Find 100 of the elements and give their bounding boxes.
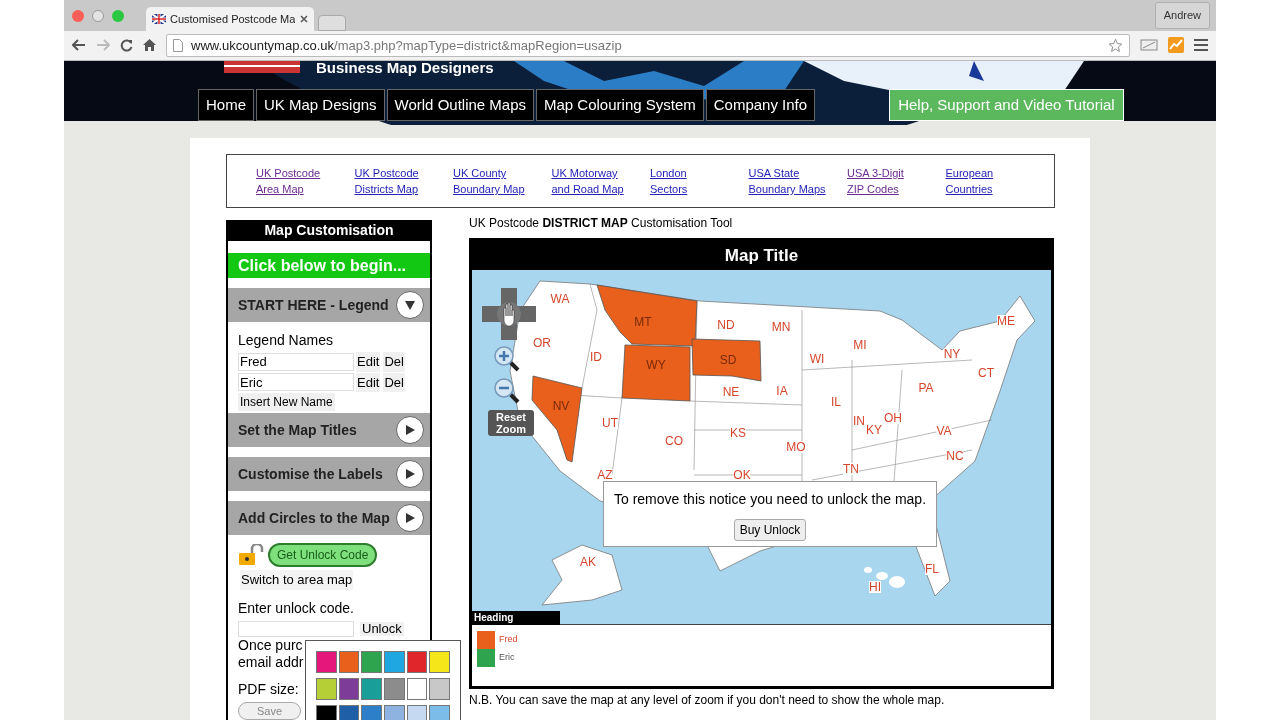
- back-icon[interactable]: [72, 39, 86, 52]
- menu-icon[interactable]: [1194, 39, 1208, 52]
- state-label: PA: [918, 382, 934, 394]
- state-label: HI: [869, 581, 881, 593]
- buy-unlock-button[interactable]: Buy Unlock: [733, 519, 807, 541]
- color-swatch[interactable]: [338, 678, 360, 700]
- state-label: MN: [771, 321, 791, 333]
- star-icon[interactable]: [1108, 37, 1123, 53]
- profile-button[interactable]: Andrew: [1154, 2, 1210, 29]
- pan-control-icon[interactable]: [482, 288, 536, 340]
- state-label: IL: [831, 396, 841, 408]
- color-swatch[interactable]: [406, 678, 428, 700]
- state-label: NC: [946, 450, 964, 462]
- toggle-button[interactable]: [396, 504, 424, 532]
- color-swatch[interactable]: [361, 678, 382, 700]
- map-link[interactable]: European Countries: [945, 165, 1044, 197]
- map-link[interactable]: USA 3-Digit ZIP Codes: [847, 165, 946, 197]
- section-header[interactable]: Set the Map Titles: [228, 413, 430, 447]
- state-label: NV: [552, 400, 570, 412]
- play-icon: [404, 468, 416, 480]
- section-header[interactable]: Add Circles to the Map: [228, 501, 430, 535]
- toggle-button[interactable]: [396, 460, 424, 488]
- state-label: TN: [843, 463, 859, 475]
- browser-tab[interactable]: Customised Postcode Ma: [146, 7, 314, 32]
- section-title: Customise the Labels: [238, 464, 383, 484]
- color-swatch[interactable]: [406, 705, 428, 720]
- state-label: IA: [776, 385, 788, 397]
- extension-icon[interactable]: [1140, 38, 1158, 53]
- state-label: OH: [884, 412, 902, 424]
- legend-names-label: Legend Names: [238, 331, 334, 350]
- map-link[interactable]: UK Postcode Districts Map: [354, 165, 453, 197]
- footnote: N.B. You can save the map at any level of zoom if you don't need to show the whole map.: [469, 692, 946, 709]
- begin-banner: Click below to begin...: [228, 253, 430, 278]
- state-label: ME: [997, 315, 1015, 327]
- nav-link[interactable]: Map Colouring System: [536, 89, 704, 121]
- legend-name-field[interactable]: Fred: [238, 352, 354, 371]
- toggle-button[interactable]: [396, 291, 424, 319]
- color-swatch[interactable]: [429, 651, 450, 673]
- enter-code-label: Enter unlock code.: [238, 598, 355, 618]
- close-tab-icon[interactable]: [300, 15, 308, 24]
- delete-button[interactable]: Del: [383, 372, 405, 392]
- home-icon[interactable]: [143, 39, 156, 52]
- get-unlock-code-button[interactable]: Get Unlock Code: [268, 543, 378, 567]
- state-label: ID: [590, 351, 602, 363]
- toggle-button[interactable]: [396, 416, 424, 444]
- edit-button[interactable]: Edit: [356, 352, 381, 372]
- map-link[interactable]: UK County Boundary Map: [453, 165, 552, 197]
- legend-entry[interactable]: Eric: [499, 651, 515, 665]
- color-swatch[interactable]: [338, 651, 360, 673]
- legend-name-field[interactable]: Eric: [238, 373, 354, 392]
- insert-name-button[interactable]: Insert New Name: [238, 393, 335, 411]
- map-link[interactable]: London Sectors: [650, 165, 749, 197]
- page-icon: [173, 38, 183, 52]
- edit-button[interactable]: Edit: [356, 372, 381, 392]
- state-label: OK: [733, 469, 751, 481]
- zoom-out-icon[interactable]: [494, 378, 520, 404]
- state-label: SD: [719, 354, 737, 366]
- state-label: OR: [533, 337, 551, 349]
- minimize-window-icon[interactable]: [92, 9, 104, 22]
- tab-title: Customised Postcode Ma: [170, 11, 296, 27]
- play-icon: [404, 512, 416, 524]
- state-label: MO: [786, 441, 806, 453]
- map-link[interactable]: UK Motorway and Road Map: [551, 165, 650, 197]
- legend-entry[interactable]: Fred: [499, 633, 518, 647]
- unlock-button[interactable]: Unlock: [360, 621, 404, 636]
- state-label: KY: [866, 424, 882, 436]
- map-link[interactable]: UK Postcode Area Map: [256, 165, 355, 197]
- pdf-size-label: PDF size:: [238, 679, 299, 699]
- delete-button[interactable]: Del: [383, 352, 405, 372]
- color-swatch[interactable]: [338, 705, 360, 720]
- color-swatch[interactable]: [316, 651, 337, 673]
- state-label: IN: [853, 415, 865, 427]
- state-label: CO: [665, 435, 683, 447]
- state-label: WY: [646, 359, 666, 371]
- zoom-in-icon[interactable]: [494, 346, 520, 372]
- map-title: Map Title: [472, 241, 1051, 270]
- purchase-note-line: email addr: [238, 653, 304, 671]
- color-swatch[interactable]: [361, 651, 382, 673]
- color-swatch[interactable]: [316, 678, 337, 700]
- map-link[interactable]: USA State Boundary Maps: [748, 165, 847, 197]
- state-label: NE: [722, 386, 740, 398]
- section-header[interactable]: START HERE - Legend: [228, 288, 430, 322]
- unlock-code-field[interactable]: [238, 620, 354, 637]
- color-swatch[interactable]: [384, 651, 405, 673]
- close-window-icon[interactable]: [72, 9, 84, 22]
- color-swatch[interactable]: [429, 678, 450, 700]
- nav-link[interactable]: UK Map Designs: [256, 89, 385, 121]
- new-tab-button[interactable]: [318, 15, 346, 32]
- section-header[interactable]: Customise the Labels: [228, 457, 430, 491]
- color-swatch[interactable]: [406, 651, 428, 673]
- chart-extension-icon[interactable]: [1168, 37, 1184, 54]
- reload-icon[interactable]: [120, 38, 133, 52]
- purchase-note-line: Once purc: [238, 636, 303, 654]
- nav-link[interactable]: World Outline Maps: [386, 89, 534, 121]
- switch-map-button[interactable]: Switch to area map: [240, 570, 354, 590]
- reset-zoom-button[interactable]: Reset Zoom: [488, 410, 534, 436]
- nav-link[interactable]: Company Info: [705, 89, 816, 121]
- color-swatch[interactable]: [384, 678, 405, 700]
- address-bar[interactable]: www.ukcountymap.co.uk/map3.php?mapType=district&mapRegion=usazip: [166, 33, 1130, 57]
- nav-link[interactable]: Home: [198, 89, 254, 121]
